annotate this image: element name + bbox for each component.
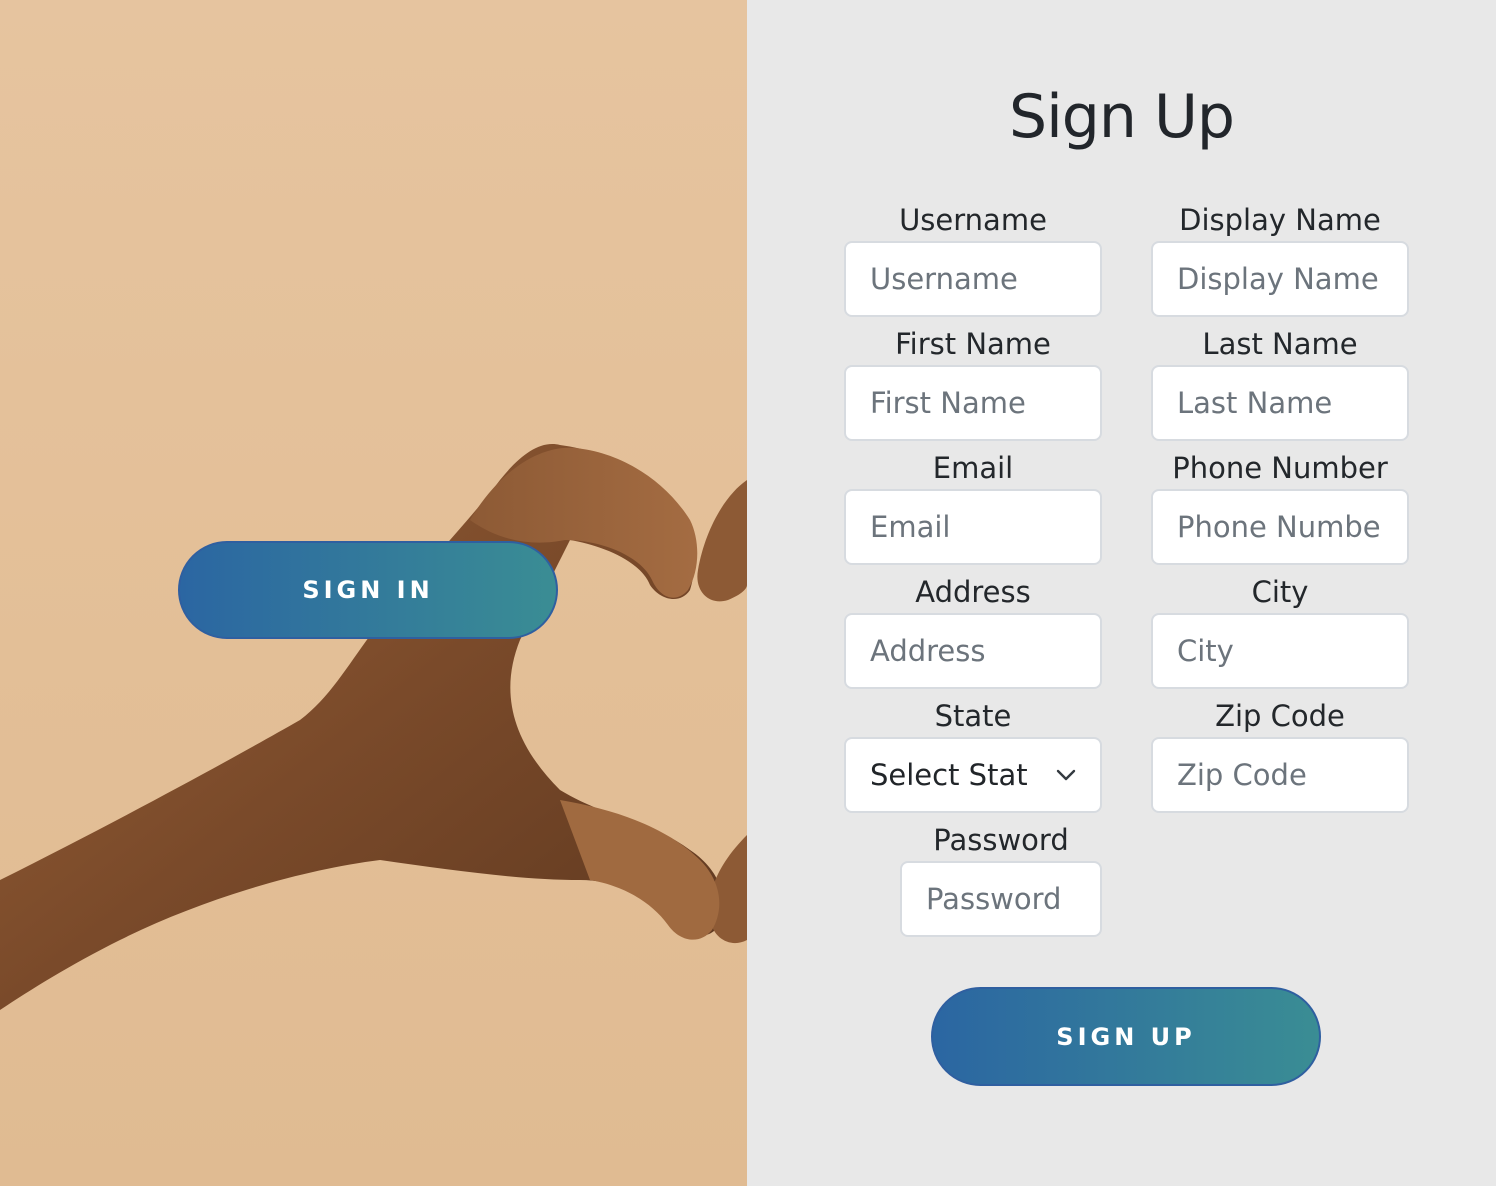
address-field-group: Address Address — [844, 575, 1102, 689]
sign-up-button[interactable]: SIGN UP — [931, 987, 1321, 1086]
display-name-input[interactable]: Display Name — [1151, 241, 1409, 317]
phone-label: Phone Number — [1172, 451, 1388, 485]
city-input[interactable]: City — [1151, 613, 1409, 689]
state-select[interactable]: Select Stat — [844, 737, 1102, 813]
last-name-input[interactable]: Last Name — [1151, 365, 1409, 441]
display-name-label: Display Name — [1179, 203, 1381, 237]
first-name-input[interactable]: First Name — [844, 365, 1102, 441]
password-field-group: Password Password — [900, 823, 1102, 937]
state-label: State — [934, 699, 1012, 733]
chevron-down-icon — [1056, 769, 1076, 781]
address-input[interactable]: Address — [844, 613, 1102, 689]
city-label: City — [1251, 575, 1309, 609]
email-label: Email — [932, 451, 1014, 485]
username-field-group: Username Username — [844, 203, 1102, 317]
first-name-label: First Name — [895, 327, 1051, 361]
zip-input[interactable]: Zip Code — [1151, 737, 1409, 813]
address-label: Address — [915, 575, 1031, 609]
username-input[interactable]: Username — [844, 241, 1102, 317]
last-name-label: Last Name — [1202, 327, 1358, 361]
zip-field-group: Zip Code Zip Code — [1151, 699, 1409, 813]
display-name-field-group: Display Name Display Name — [1151, 203, 1409, 317]
email-field-group: Email Email — [844, 451, 1102, 565]
sign-in-button[interactable]: SIGN IN — [178, 541, 558, 639]
page-title: Sign Up — [1009, 82, 1235, 152]
password-label: Password — [933, 823, 1069, 857]
city-field-group: City City — [1151, 575, 1409, 689]
last-name-field-group: Last Name Last Name — [1151, 327, 1409, 441]
first-name-field-group: First Name First Name — [844, 327, 1102, 441]
hero-image: SIGN IN — [0, 0, 747, 1186]
state-select-value: Select Stat — [870, 758, 1028, 792]
email-input[interactable]: Email — [844, 489, 1102, 565]
phone-input[interactable]: Phone Numbe — [1151, 489, 1409, 565]
password-input[interactable]: Password — [900, 861, 1102, 937]
signup-panel: Sign Up Username Username Display Name D… — [747, 0, 1496, 1186]
phone-field-group: Phone Number Phone Numbe — [1151, 451, 1409, 565]
username-label: Username — [899, 203, 1047, 237]
zip-label: Zip Code — [1215, 699, 1345, 733]
state-field-group: State Select Stat — [844, 699, 1102, 813]
